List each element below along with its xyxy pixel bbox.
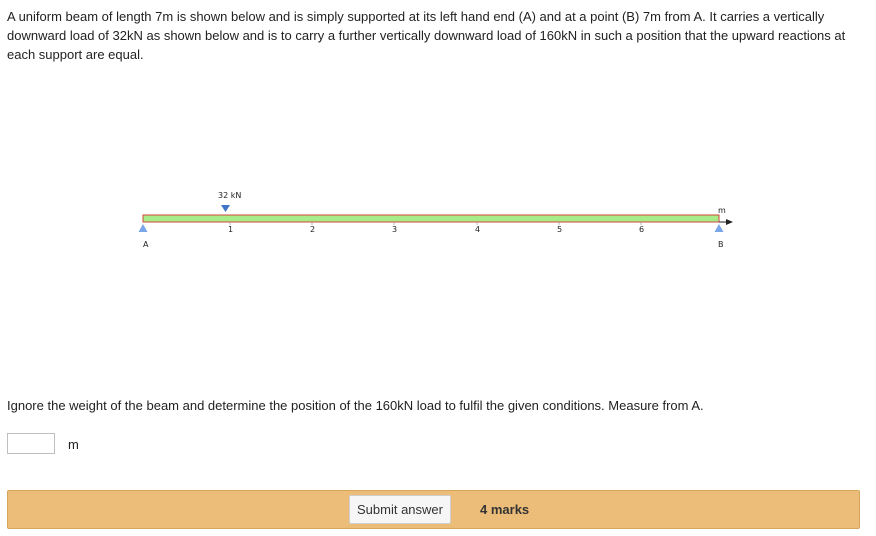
axis-arrowhead-icon — [726, 219, 733, 225]
answer-input[interactable] — [7, 433, 55, 454]
axis-unit-label: m — [718, 206, 726, 215]
beam-diagram: m 1 2 3 4 5 6 32 kN A B — [138, 191, 733, 249]
support-b-icon — [714, 224, 724, 232]
tick-label-1: 1 — [228, 225, 233, 234]
support-a-icon — [138, 224, 148, 232]
submit-bar: Submit answer 4 marks — [7, 490, 860, 529]
support-b-label: B — [718, 240, 724, 249]
tick-label-3: 3 — [392, 225, 397, 234]
load-arrow-icon — [221, 205, 230, 212]
marks-label: 4 marks — [480, 502, 530, 517]
instruction-text: Ignore the weight of the beam and determ… — [7, 398, 704, 413]
support-a-label: A — [143, 240, 149, 249]
tick-label-4: 4 — [475, 225, 480, 234]
answer-unit: m — [68, 437, 79, 452]
tick-label-2: 2 — [310, 225, 315, 234]
question-text: A uniform beam of length 7m is shown bel… — [7, 9, 846, 62]
tick-label-6: 6 — [639, 225, 644, 234]
tick-label-5: 5 — [557, 225, 562, 234]
beam — [142, 214, 720, 223]
submit-answer-button[interactable]: Submit answer — [349, 495, 451, 524]
load-label: 32 kN — [218, 191, 241, 200]
